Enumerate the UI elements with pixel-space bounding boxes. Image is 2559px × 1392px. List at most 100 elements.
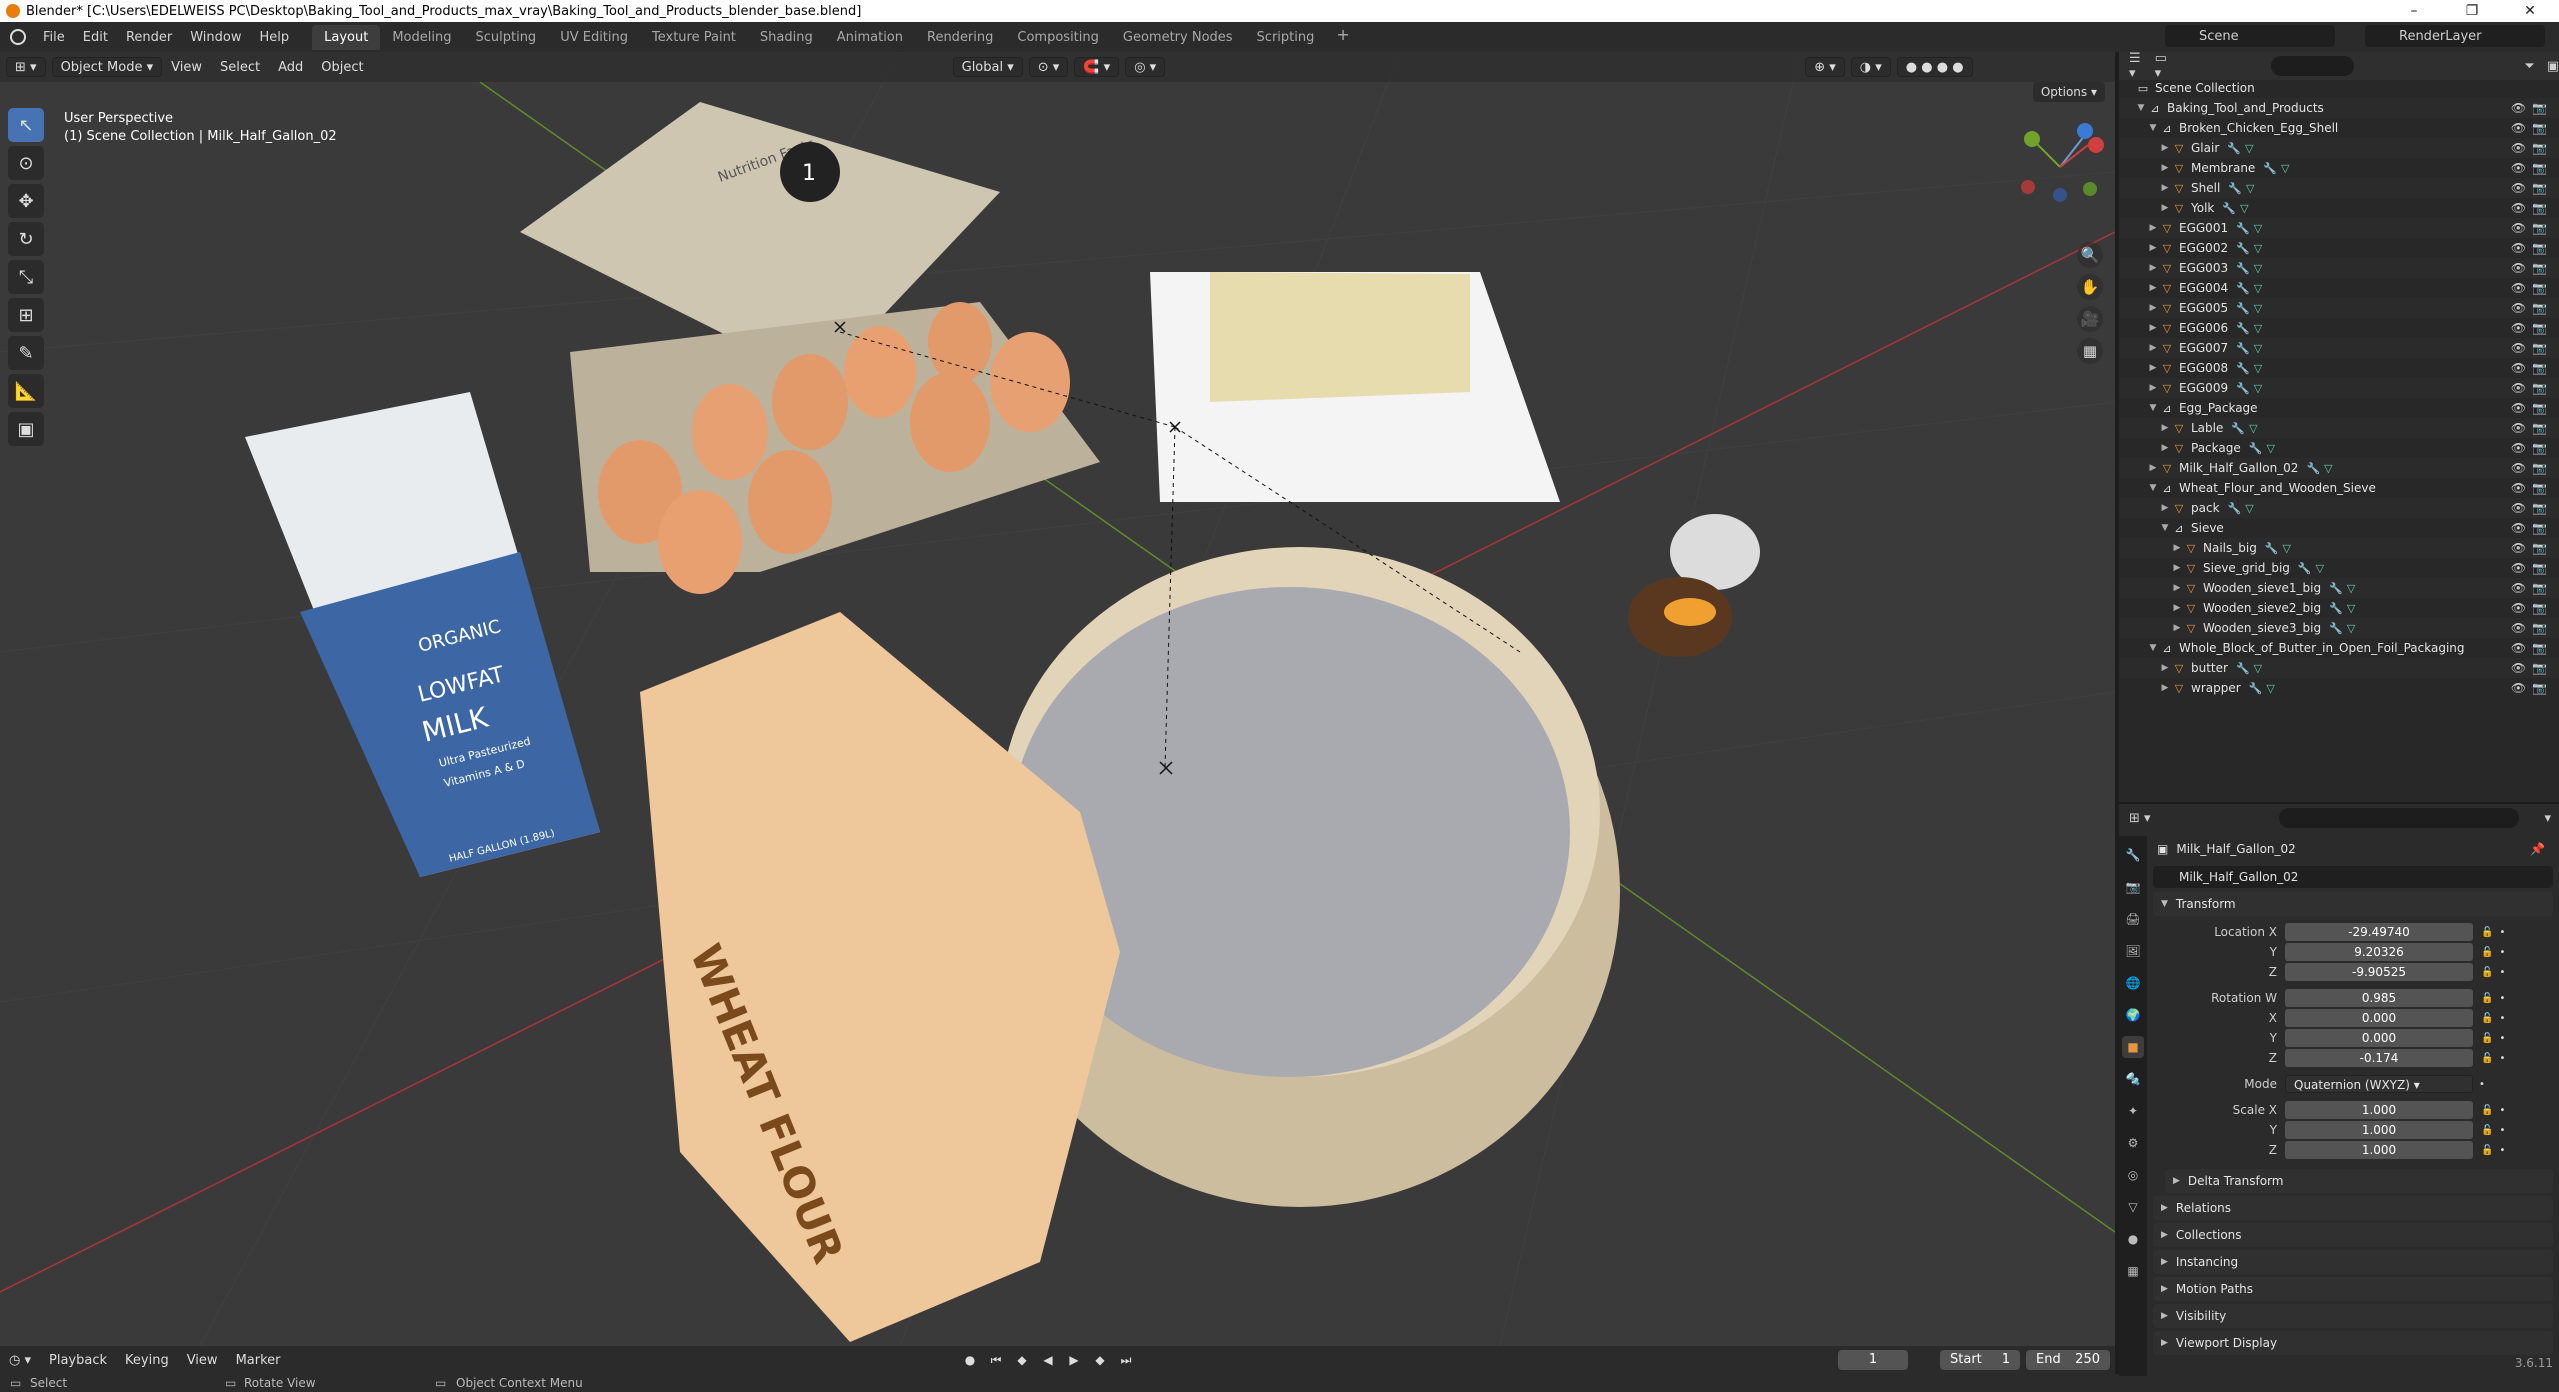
timeline-menu-keying[interactable]: Keying [116,1353,178,1368]
pivot-selector[interactable]: ⊙ ▾ [1028,57,1069,77]
viewport-menu-select[interactable]: Select [211,60,269,75]
rotation-x-field[interactable]: 0.000 [2285,1009,2473,1027]
close-button[interactable]: ✕ [2501,0,2559,22]
outliner-row[interactable]: ▼ ⊿ Egg_Package 👁📷 [2119,398,2559,418]
outliner-row[interactable]: ▶ ▽ EGG005 🔧▽ 👁📷 [2119,298,2559,318]
collapsed-arrow-icon[interactable]: ▶ [2171,563,2183,573]
outliner-row[interactable]: ▶ ▽ Membrane 🔧▽ 👁📷 [2119,158,2559,178]
outliner-row[interactable]: ▶ ▽ Yolk 🔧▽ 👁📷 [2119,198,2559,218]
visibility-toggle-icon[interactable]: 👁📷 [2511,541,2553,555]
visibility-toggle-icon[interactable]: 👁📷 [2511,501,2553,515]
collapsed-arrow-icon[interactable]: ▶ [2159,143,2171,153]
menu-file[interactable]: File [34,30,74,45]
visibility-toggle-icon[interactable]: 👁📷 [2511,201,2553,215]
collapsed-arrow-icon[interactable]: ▶ [2171,623,2183,633]
collapsed-arrow-icon[interactable]: ▶ [2147,323,2159,333]
maximize-button[interactable]: ❐ [2443,0,2501,22]
outliner-row[interactable]: ▶ ▽ Shell 🔧▽ 👁📷 [2119,178,2559,198]
collapsed-arrow-icon[interactable]: ▶ [2171,603,2183,613]
select-box-tool[interactable]: ↖ [8,108,44,142]
modifier-mesh-data-icon[interactable]: 🔧▽ [2298,562,2328,575]
tab-layout[interactable]: Layout [312,24,381,50]
panel-motion-paths[interactable]: ▶ Motion Paths [2153,1277,2553,1301]
rotation-w-field[interactable]: 0.985 [2285,989,2473,1007]
expand-arrow-icon[interactable]: ▼ [2147,643,2159,653]
timeline-menu-marker[interactable]: Marker [227,1353,290,1368]
tab-particles-icon[interactable]: ✦ [2122,1100,2144,1122]
modifier-mesh-data-icon[interactable]: 🔧▽ [2236,302,2266,315]
collapsed-arrow-icon[interactable]: ▶ [2159,183,2171,193]
editor-type-button[interactable]: ⊞ ▾ [6,57,46,77]
collapsed-arrow-icon[interactable]: ▶ [2159,203,2171,213]
modifier-mesh-data-icon[interactable]: 🔧▽ [2329,602,2359,615]
tab-geometry-nodes[interactable]: Geometry Nodes [1111,25,1245,50]
tab-constraints-icon[interactable]: ◎ [2122,1164,2144,1186]
move-tool[interactable]: ✥ [8,184,44,218]
scale-y-field[interactable]: 1.000 [2285,1121,2473,1139]
prev-keyframe-icon[interactable]: ◆ [1012,1350,1032,1370]
tab-view-layer-icon[interactable]: 🖼 [2122,940,2144,962]
outliner-row[interactable]: ▼ ⊿ Baking_Tool_and_Products 👁📷 [2119,98,2559,118]
scene-selector[interactable]: Scene [2165,25,2335,47]
proportional-edit-toggle[interactable]: ◎ ▾ [1125,57,1166,77]
visibility-toggle-icon[interactable]: 👁📷 [2511,421,2553,435]
collapsed-arrow-icon[interactable]: ▶ [2147,383,2159,393]
visibility-toggle-icon[interactable]: 👁📷 [2511,321,2553,335]
modifier-mesh-data-icon[interactable]: 🔧▽ [2236,322,2266,335]
visibility-toggle-icon[interactable]: 👁📷 [2511,261,2553,275]
collapsed-arrow-icon[interactable]: ▶ [2171,583,2183,593]
snap-toggle[interactable]: 🧲 ▾ [1074,57,1120,77]
current-frame-field[interactable]: 1 [1838,1350,1908,1370]
keyframe-dot-icon[interactable]: • [2479,1079,2485,1090]
visibility-toggle-icon[interactable]: 👁📷 [2511,681,2553,695]
outliner-row[interactable]: ▼ ⊿ Sieve 👁📷 [2119,518,2559,538]
outliner-row-scene-collection[interactable]: ▭ Scene Collection [2119,78,2559,98]
lock-icon[interactable]: 🔓 [2481,1125,2493,1136]
keyframe-dot-icon[interactable]: • [2499,1105,2505,1116]
ortho-grid-icon[interactable]: ▦ [2077,338,2103,364]
modifier-mesh-data-icon[interactable]: 🔧▽ [2236,662,2266,675]
collapsed-arrow-icon[interactable]: ▶ [2147,303,2159,313]
outliner-row[interactable]: ▶ ▽ Glair 🔧▽ 👁📷 [2119,138,2559,158]
butter-block[interactable] [1150,272,1560,502]
modifier-mesh-data-icon[interactable]: 🔧▽ [2222,202,2252,215]
modifier-mesh-data-icon[interactable]: 🔧▽ [2236,382,2266,395]
filter-icon[interactable]: ⏷ [2524,59,2534,74]
viewport-menu-view[interactable]: View [162,60,211,75]
expand-arrow-icon[interactable]: ▼ [2159,523,2171,533]
outliner-row[interactable]: ▶ ▽ EGG006 🔧▽ 👁📷 [2119,318,2559,338]
visibility-toggle-icon[interactable]: 👁📷 [2511,521,2553,535]
modifier-mesh-data-icon[interactable]: 🔧▽ [2329,622,2359,635]
keyframe-dot-icon[interactable]: • [2499,1053,2505,1064]
rotation-mode-dropdown[interactable]: Quaternion (WXYZ) ▾ [2285,1075,2473,1093]
keyframe-dot-icon[interactable]: • [2499,967,2505,978]
visibility-toggle-icon[interactable]: 👁📷 [2511,561,2553,575]
modifier-mesh-data-icon[interactable]: 🔧▽ [2236,262,2266,275]
modifier-mesh-data-icon[interactable]: 🔧▽ [2265,542,2295,555]
outliner-row[interactable]: ▶ ▽ EGG007 🔧▽ 👁📷 [2119,338,2559,358]
transform-orientation-selector[interactable]: Global ▾ [952,57,1023,77]
modifier-mesh-data-icon[interactable]: 🔧▽ [2236,362,2266,375]
visibility-toggle-icon[interactable]: 👁📷 [2511,661,2553,675]
outliner-row[interactable]: ▼ ⊿ Whole_Block_of_Butter_in_Open_Foil_Pac… [2119,638,2559,658]
visibility-toggle-icon[interactable]: 👁📷 [2511,441,2553,455]
outliner-row[interactable]: ▶ ▽ Wooden_sieve1_big 🔧▽ 👁📷 [2119,578,2559,598]
tab-tool-icon[interactable]: 🔧 [2122,844,2144,866]
tab-animation[interactable]: Animation [825,25,915,50]
tab-sculpting[interactable]: Sculpting [463,25,548,50]
viewport-scene[interactable]: Nutrition Facts 1 ORGANIC LOWFAT MILK Ul… [0,52,2115,1346]
visibility-toggle-icon[interactable]: 👁📷 [2511,141,2553,155]
lock-icon[interactable]: 🔓 [2481,993,2493,1004]
lock-icon[interactable]: 🔓 [2481,947,2493,958]
modifier-mesh-data-icon[interactable]: 🔧▽ [2236,342,2266,355]
timeline-editor-icon[interactable]: ◷ ▾ [0,1353,40,1368]
visibility-toggle-icon[interactable]: 👁📷 [2511,181,2553,195]
outliner-row[interactable]: ▶ ▽ wrapper 🔧▽ 👁📷 [2119,678,2559,698]
expand-arrow-icon[interactable]: ▼ [2135,103,2147,113]
collapsed-arrow-icon[interactable]: ▶ [2159,683,2171,693]
outliner-row[interactable]: ▶ ▽ EGG001 🔧▽ 👁📷 [2119,218,2559,238]
keyframe-dot-icon[interactable]: • [2499,1145,2505,1156]
keyframe-dot-icon[interactable]: • [2499,1125,2505,1136]
outliner-row[interactable]: ▶ ▽ Milk_Half_Gallon_02 🔧▽ 👁📷 [2119,458,2559,478]
modifier-mesh-data-icon[interactable]: 🔧▽ [2263,162,2293,175]
